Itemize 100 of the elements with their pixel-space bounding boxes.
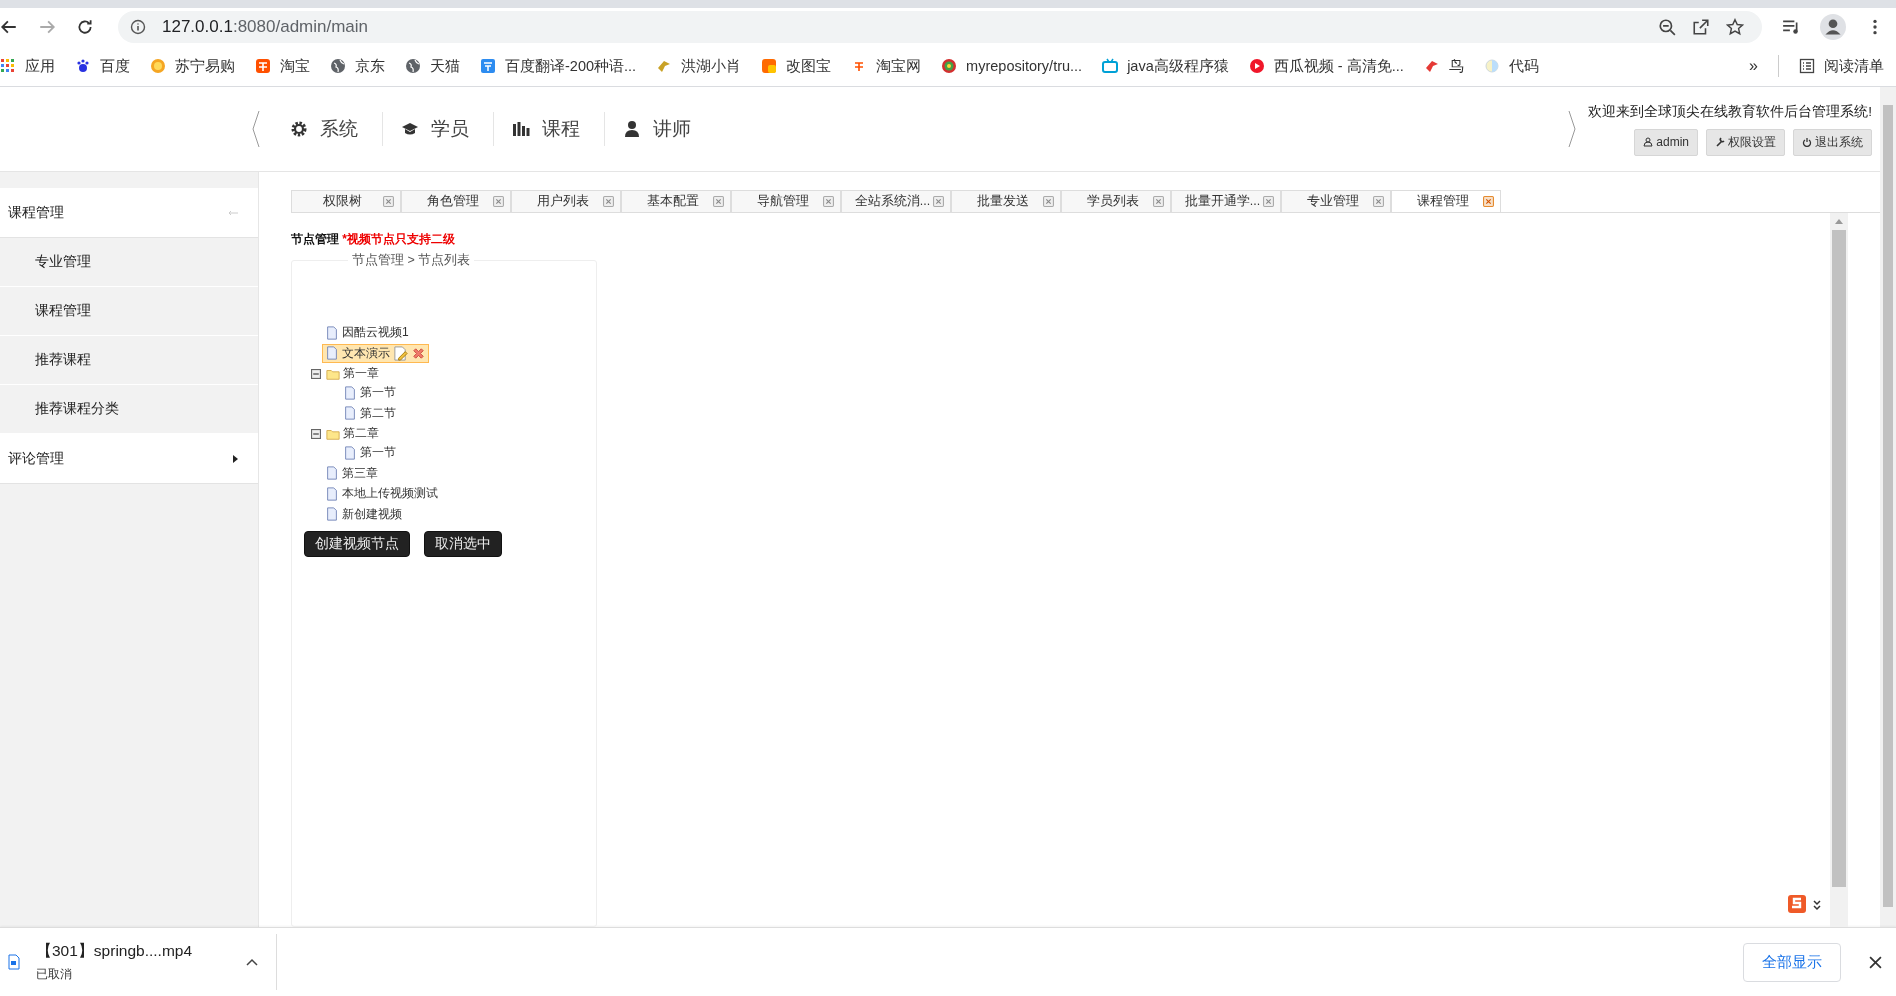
download-status: 已取消 <box>36 966 73 983</box>
tab[interactable]: 权限树 <box>291 190 401 212</box>
collapse-icon[interactable] <box>311 368 321 379</box>
document-icon <box>325 486 339 501</box>
sidebar-item[interactable]: 专业管理 <box>0 238 258 287</box>
action-button[interactable]: 创建视频节点 <box>304 531 410 557</box>
bar-chart-icon <box>512 120 530 138</box>
bookmark-icon <box>941 58 958 74</box>
tree-node[interactable]: 因酷云视频1 <box>322 323 412 342</box>
nav-item[interactable]: 课程 <box>494 116 604 142</box>
tree-node[interactable]: 新创建视频 <box>322 504 405 524</box>
nav-item[interactable]: 学员 <box>383 116 493 142</box>
document-icon <box>325 346 339 360</box>
tree-node[interactable]: 第一章 <box>322 364 382 383</box>
tab[interactable]: 批量发送 <box>951 190 1061 212</box>
bookmark-icon <box>75 58 91 74</box>
bookmark-item[interactable]: 改图宝 <box>761 56 832 76</box>
bookmark-item[interactable]: 百度 <box>75 56 130 76</box>
tree-node-label: 第三章 <box>342 464 378 482</box>
bookmark-icon <box>150 58 166 74</box>
bookmark-item[interactable]: 京东 <box>330 56 385 76</box>
tab[interactable]: 学员列表 <box>1061 190 1171 212</box>
nav-item[interactable]: 讲师 <box>605 116 715 142</box>
bookmark-item[interactable]: java高级程序猿 <box>1102 56 1229 76</box>
action-button[interactable]: 取消选中 <box>424 531 502 557</box>
tab[interactable]: 用户列表 <box>511 190 621 212</box>
scroll-up-icon[interactable] <box>1835 219 1843 224</box>
show-all-button[interactable]: 全部显示 <box>1743 942 1841 982</box>
close-icon[interactable] <box>1869 955 1882 969</box>
media-queue-icon[interactable] <box>1782 18 1800 36</box>
tree-node-label: 第二节 <box>360 404 396 422</box>
address-bar[interactable]: 127.0.0.1:8080/admin/main <box>118 11 1762 43</box>
tab[interactable]: 批量开通学... <box>1171 190 1281 212</box>
tv-icon <box>1102 58 1119 74</box>
bookmark-item[interactable]: 淘宝 <box>255 56 310 76</box>
delete-icon[interactable] <box>411 345 426 361</box>
tree-node[interactable]: 第二节 <box>340 403 399 423</box>
sidebar-item[interactable]: 课程管理 <box>0 287 258 336</box>
list-icon <box>1799 58 1815 74</box>
bookmark-item[interactable]: 应用 <box>0 56 55 76</box>
bookmarks-overflow[interactable]: » <box>1749 57 1758 75</box>
document-icon <box>343 406 357 420</box>
sidebar-group[interactable]: 评论管理 <box>0 434 258 484</box>
document-icon <box>325 466 339 480</box>
header-button[interactable]: 权限设置 <box>1706 128 1785 156</box>
zoom-out-icon[interactable] <box>1658 18 1676 36</box>
bookmark-icon <box>1483 58 1500 74</box>
tab[interactable]: 专业管理 <box>1281 190 1391 212</box>
tree-node[interactable]: 第三章 <box>322 463 381 483</box>
sidebar-group[interactable]: 课程管理 <box>0 188 258 238</box>
bookmark-item[interactable]: 洪湖小肖 <box>656 56 742 76</box>
document-icon <box>343 445 357 460</box>
reload-icon[interactable] <box>76 18 94 36</box>
tree-node-label: 本地上传视频测试 <box>342 485 438 502</box>
tab[interactable]: 全站系统消... <box>841 190 951 212</box>
tab[interactable]: 基本配置 <box>621 190 731 212</box>
tree-node[interactable]: 本地上传视频测试 <box>322 484 441 503</box>
file-icon <box>8 954 20 970</box>
wrench-icon <box>1715 137 1725 147</box>
star-icon[interactable] <box>1726 18 1744 36</box>
header-button[interactable]: admin <box>1634 128 1698 156</box>
arrow-icon <box>228 209 238 216</box>
download-item[interactable]: 【301】springb....mp4 已取消 <box>0 934 277 990</box>
tree-node-label: 第二章 <box>343 425 379 442</box>
user-icon <box>623 120 641 138</box>
reading-list[interactable]: 阅读清单 <box>1799 56 1884 76</box>
page-scrollbar[interactable] <box>1880 87 1896 927</box>
tree-node[interactable]: 第一节 <box>340 443 399 462</box>
tree-node[interactable]: 第二章 <box>322 424 382 443</box>
bookmark-item[interactable]: 鸟 <box>1423 56 1464 76</box>
bookmark-item[interactable]: 天猫 <box>405 56 460 76</box>
bookmark-item[interactable]: myrepository/tru... <box>941 58 1083 74</box>
edit-icon[interactable] <box>393 345 408 361</box>
bookmark-icon <box>761 58 778 74</box>
forward-icon[interactable] <box>38 18 56 36</box>
bookmark-item[interactable]: 苏宁易购 <box>150 56 235 76</box>
scrollbar[interactable] <box>1830 213 1848 927</box>
tab[interactable]: 导航管理 <box>731 190 841 212</box>
tab[interactable]: 课程管理 <box>1391 190 1501 212</box>
profile-avatar-icon[interactable] <box>1820 14 1846 40</box>
bookmark-item[interactable]: 百度翻译-200种语... <box>480 56 637 76</box>
share-icon[interactable] <box>1692 18 1710 36</box>
download-filename: 【301】springb....mp4 <box>36 941 194 961</box>
tree-node[interactable]: 文本演示 <box>322 343 429 363</box>
header-button[interactable]: 退出系统 <box>1793 128 1872 156</box>
nav-item[interactable]: 系统 <box>272 116 382 142</box>
collapse-icon[interactable] <box>311 428 321 439</box>
bookmark-item[interactable]: 西瓜视频 - 高清免... <box>1248 56 1404 76</box>
breadcrumb: 节点管理 > 节点列表 <box>351 252 472 269</box>
welcome-text: 欢迎来到全球顶尖在线教育软件后台管理系统! <box>1588 102 1872 121</box>
tree-node[interactable]: 第一节 <box>340 383 399 402</box>
apps-grid-icon <box>0 58 16 74</box>
bookmark-item[interactable]: 淘宝网 <box>851 56 922 76</box>
tab[interactable]: 角色管理 <box>401 190 511 212</box>
bookmark-item[interactable]: 代码 <box>1483 56 1539 76</box>
caret-icon[interactable] <box>246 958 258 966</box>
info-icon <box>130 19 146 35</box>
sidebar-item[interactable]: 推荐课程 <box>0 336 258 385</box>
document-icon <box>343 385 357 400</box>
back-icon[interactable] <box>0 18 18 36</box>
